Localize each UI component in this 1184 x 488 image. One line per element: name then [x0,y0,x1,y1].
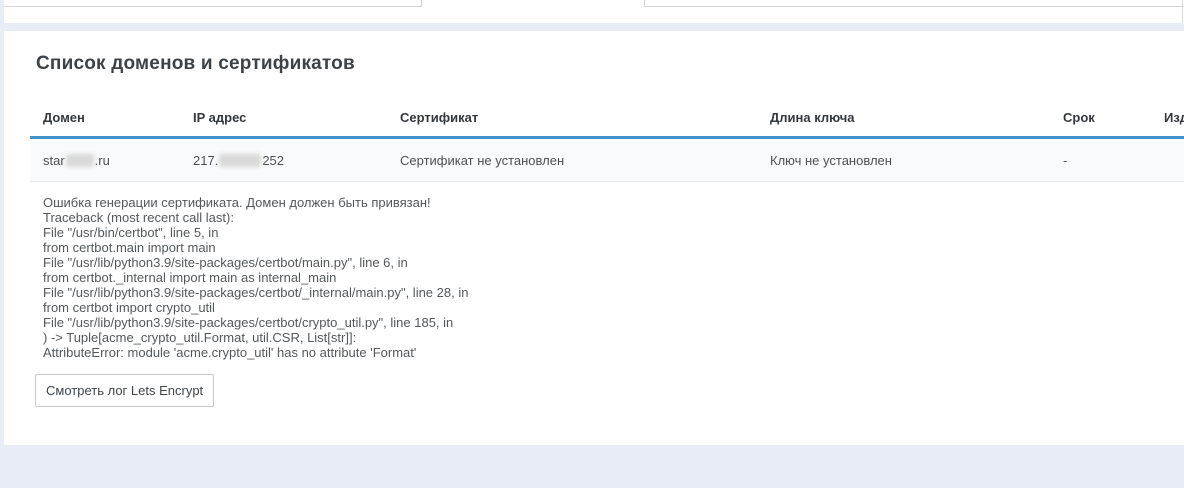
error-log-line: File "/usr/lib/python3.9/site-packages/c… [43,255,1143,270]
cell-domain: star .ru [43,153,110,168]
page: { "theme": { "page_background": "#e8ecf5… [0,0,1184,488]
column-header-issuer: Изд [1164,110,1184,125]
tab-bar-right-edge [1182,0,1183,23]
page-title: Список доменов и сертификатов [36,53,355,75]
cell-key-length: Ключ не установлен [770,153,892,168]
view-letsencrypt-log-button[interactable]: Смотреть лог Lets Encrypt [35,374,214,407]
error-log-line: from certbot._internal import main as in… [43,270,1143,285]
error-log-line: from certbot.main import main [43,240,1143,255]
content-card: Список доменов и сертификатов Домен IP а… [4,31,1184,445]
column-header-certificate: Сертификат [400,110,478,125]
ip-text-suffix: 252 [262,153,284,168]
tab-active[interactable] [426,0,648,23]
tab-bar [4,0,1184,23]
cell-ip-address: 217. 252 [193,153,284,168]
error-log-line: File "/usr/bin/certbot", line 5, in [43,225,1143,240]
error-log-line: AttributeError: module 'acme.crypto_util… [43,345,1143,360]
error-log-line: from certbot import crypto_util [43,300,1143,315]
error-log-line: ) -> Tuple[acme_crypto_util.Format, util… [43,330,1143,345]
redacted-domain-fragment [66,154,94,167]
tab-bar-border-right [645,6,1184,7]
error-log-line: File "/usr/lib/python3.9/site-packages/c… [43,315,1143,330]
error-log-line: Ошибка генерации сертификата. Домен долж… [43,195,1143,210]
ip-text-prefix: 217. [193,153,218,168]
tab-bar-border-left [4,6,421,7]
redacted-ip-fragment [219,154,261,167]
cell-certificate: Сертификат не установлен [400,153,564,168]
domain-text-prefix: star [43,153,65,168]
error-log-line: File "/usr/lib/python3.9/site-packages/c… [43,285,1143,300]
cell-term: - [1063,153,1067,168]
tab-active-left-edge [421,0,422,7]
error-log-line: Traceback (most recent call last): [43,210,1143,225]
column-header-domain: Домен [43,110,85,125]
tab-active-right-edge [644,0,645,7]
error-log: Ошибка генерации сертификата. Домен долж… [43,195,1143,360]
column-header-term: Срок [1063,110,1095,125]
domain-text-suffix: .ru [95,153,110,168]
column-header-ip: IP адрес [193,110,246,125]
column-header-key-length: Длина ключа [770,110,855,125]
